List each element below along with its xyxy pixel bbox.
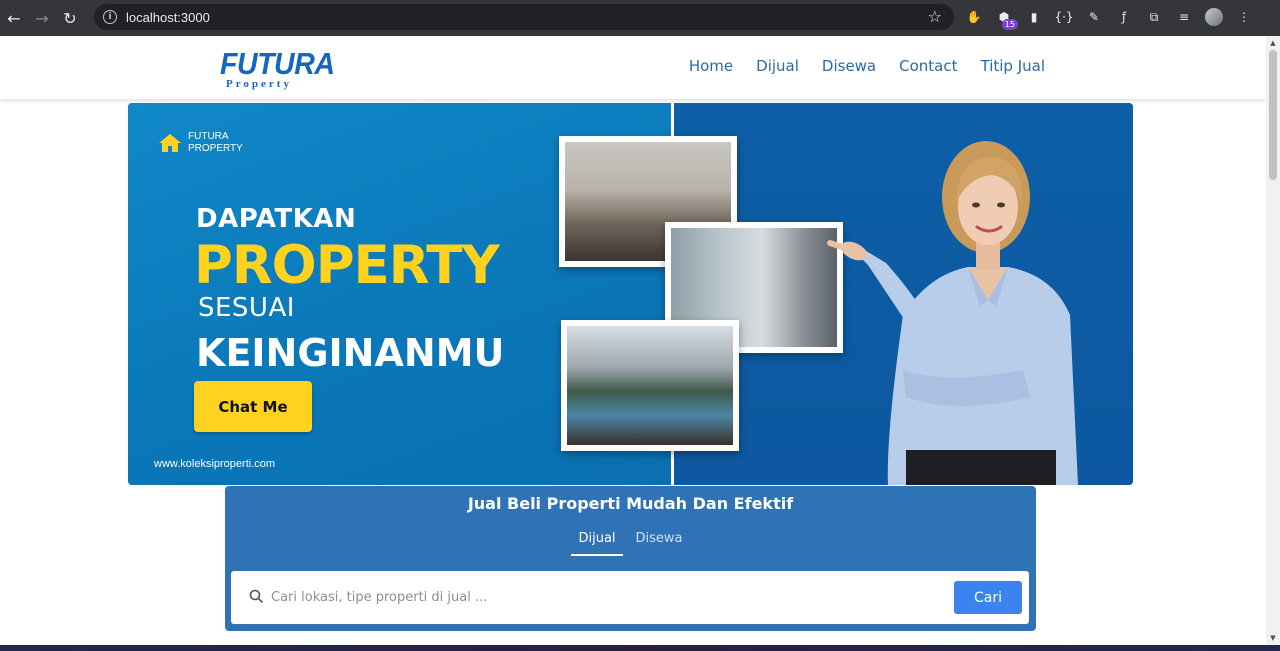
search-panel: Jual Beli Properti Mudah Dan Efektif Dij… <box>225 486 1036 631</box>
site-logo[interactable]: FUTURA Property <box>220 46 335 90</box>
site-navbar: FUTURA Property Home Dijual Disewa Conta… <box>0 36 1266 99</box>
extension-badge-icon[interactable]: ⬢ 15 <box>992 5 1018 30</box>
menu-item-contact[interactable]: Contact <box>899 57 957 75</box>
forward-arrow-icon[interactable]: → <box>28 4 56 32</box>
extensions-bar: ✋ ⬢ 15 ▮ {·} ✎ ƒ ⧉ ≡ ⋮ <box>962 4 1256 30</box>
property-photo-pool <box>561 320 739 451</box>
page-viewport: FUTURA Property Home Dijual Disewa Conta… <box>0 36 1266 645</box>
hero-website: www.koleksiproperti.com <box>154 458 276 470</box>
search-input[interactable] <box>271 582 941 613</box>
address-bar[interactable]: i localhost:3000 ☆ <box>94 4 954 30</box>
menu-kebab-icon[interactable]: ⋮ <box>1232 5 1256 29</box>
logo-main-text: FUTURA <box>220 46 335 81</box>
hero-headline-1: DAPATKAN <box>196 204 357 234</box>
menu-item-home[interactable]: Home <box>689 57 733 75</box>
os-taskbar-strip <box>0 645 1280 651</box>
scroll-up-icon[interactable]: ▲ <box>1269 39 1277 47</box>
hero-headline-3: SESUAI <box>198 293 295 323</box>
hero-brand: FUTURA PROPERTY <box>158 131 243 155</box>
back-arrow-icon[interactable]: ← <box>0 4 28 32</box>
chat-me-button[interactable]: Chat Me <box>194 381 312 432</box>
hero-brand-line1: FUTURA <box>188 131 229 142</box>
hand-extension-icon[interactable]: ✋ <box>962 5 986 29</box>
hero-brand-line2: PROPERTY <box>188 143 243 154</box>
search-button[interactable]: Cari <box>954 581 1022 614</box>
search-box: Cari <box>231 571 1029 624</box>
menu-item-disewa[interactable]: Disewa <box>822 57 876 75</box>
main-menu: Home Dijual Disewa Contact Titip Jual <box>689 57 1045 75</box>
pen-extension-icon[interactable]: ✎ <box>1082 5 1106 29</box>
bookmark-star-icon[interactable]: ☆ <box>928 7 942 26</box>
profile-avatar[interactable] <box>1202 5 1226 29</box>
site-info-icon[interactable]: i <box>103 10 117 24</box>
search-panel-title: Jual Beli Properti Mudah Dan Efektif <box>467 494 794 513</box>
menu-item-titip-jual[interactable]: Titip Jual <box>981 57 1046 75</box>
menu-item-dijual[interactable]: Dijual <box>756 57 799 75</box>
document-extension-icon[interactable]: ▮ <box>1022 5 1046 29</box>
reload-icon[interactable]: ↻ <box>56 4 84 32</box>
media-list-icon[interactable]: ≡ <box>1172 5 1196 29</box>
braces-extension-icon[interactable]: {·} <box>1052 5 1076 29</box>
hero-headline-2: PROPERTY <box>194 235 500 296</box>
search-icon <box>249 589 263 603</box>
scroll-down-icon[interactable]: ▼ <box>1269 634 1277 642</box>
scroll-thumb[interactable] <box>1269 50 1277 180</box>
puzzle-extension-icon[interactable]: ⧉ <box>1142 5 1166 29</box>
agent-woman-image <box>827 141 1078 485</box>
browser-toolbar: ← → ↻ i localhost:3000 ☆ ✋ ⬢ 15 ▮ {·} ✎ ƒ… <box>0 0 1280 36</box>
hero-banner: FUTURA PROPERTY DAPATKAN PROPERTY SESUAI… <box>128 103 1133 485</box>
function-extension-icon[interactable]: ƒ <box>1112 5 1136 29</box>
page-scrollbar[interactable]: ▲ ▼ <box>1266 36 1280 645</box>
extension-badge-count: 15 <box>1001 19 1018 30</box>
search-tabs: Dijual Disewa <box>225 531 1036 556</box>
tab-disewa[interactable]: Disewa <box>629 531 690 556</box>
house-icon <box>159 134 181 152</box>
hero-headline-4: KEINGINANMU <box>196 331 505 375</box>
tab-dijual[interactable]: Dijual <box>571 531 623 556</box>
url-text: localhost:3000 <box>126 9 210 25</box>
